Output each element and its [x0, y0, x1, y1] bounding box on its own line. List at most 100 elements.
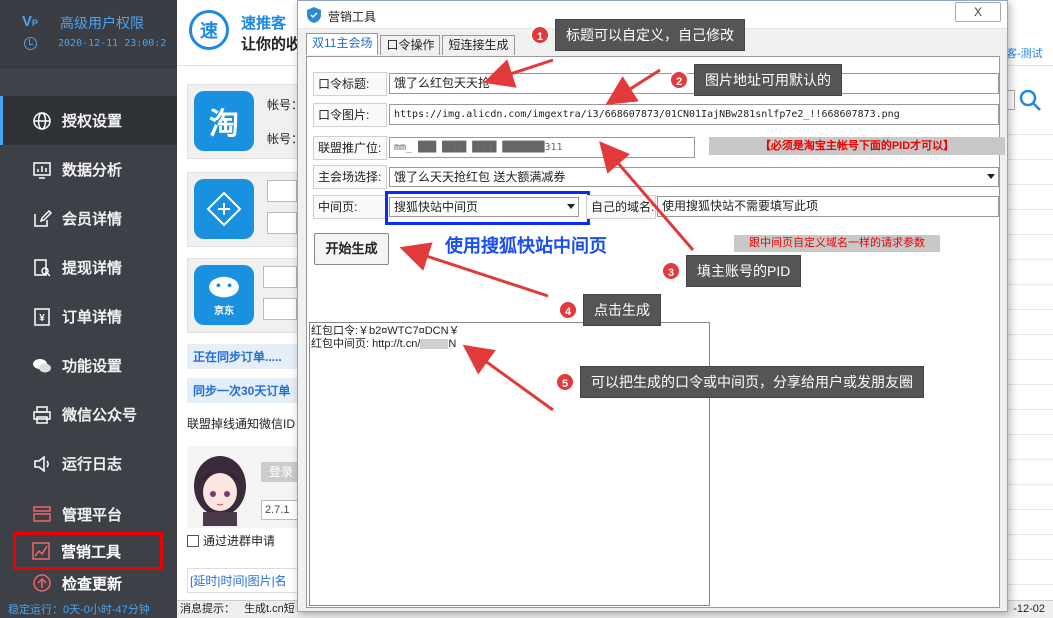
- sidebar-item-marketing-tools[interactable]: 营销工具: [13, 532, 163, 570]
- tab-content-double11: 口令标题: 饿了么红包天天抢 口令图片: https://img.alicdn.…: [306, 56, 1005, 608]
- annotation-number: 2: [669, 70, 689, 90]
- sidebar-item-label: 营销工具: [61, 543, 122, 561]
- annotation-1: 1 标题可以自定义，自己修改: [530, 19, 745, 51]
- annotation-5: 5 可以把生成的口令或中间页，分享给用户或发朋友圈: [555, 366, 924, 398]
- brand-name: 速推客: [241, 15, 287, 32]
- jd-password-input[interactable]: [263, 298, 297, 320]
- annotation-number: 5: [555, 372, 575, 392]
- edit-icon: [32, 209, 52, 229]
- clock-icon: [24, 37, 37, 50]
- vip-logo-icon: VP: [22, 13, 39, 30]
- annotation-number: 1: [530, 25, 550, 45]
- login-button[interactable]: 登录: [261, 462, 301, 482]
- sidebar-item-wechat-official[interactable]: 微信公众号: [0, 390, 177, 439]
- pid-requirement-note: 【必须是淘宝主帐号下面的PID才可以】: [709, 137, 1005, 155]
- sidebar-item-function-settings[interactable]: 功能设置: [0, 341, 177, 390]
- sidebar-item-auth-settings[interactable]: 授权设置: [0, 96, 177, 145]
- status-date: -12-02: [1013, 603, 1045, 615]
- tab-double11[interactable]: 双11主会场: [306, 33, 379, 55]
- annotation-text: 点击生成: [583, 294, 661, 326]
- jd-account-input[interactable]: [263, 266, 297, 288]
- dialog-app-icon: [305, 6, 323, 24]
- checkbox-box[interactable]: [187, 534, 199, 547]
- pid-input[interactable]: mm_ ███ ████ ████ ███████311: [389, 137, 695, 158]
- tab-password-ops[interactable]: 口令操作: [380, 35, 441, 55]
- status-label: 消息提示：: [180, 603, 235, 615]
- domain-input[interactable]: 使用搜狐快站不需要填写此项: [657, 196, 999, 217]
- sidebar-item-check-update[interactable]: 检查更新: [0, 566, 177, 600]
- printer-icon: [32, 405, 52, 425]
- output-password-line: 红包口令:￥b2¤WTC7¤DCN￥: [311, 325, 460, 337]
- tab-short-link[interactable]: 短连接生成: [442, 35, 515, 55]
- sidebar-item-label: 提现详情: [62, 260, 123, 277]
- sidebar-item-label: 数据分析: [62, 162, 123, 179]
- version-field: 2.7.1: [261, 500, 301, 520]
- start-generate-button[interactable]: 开始生成: [314, 233, 389, 265]
- jd-label: 京东: [214, 305, 234, 317]
- venue-select[interactable]: 饿了么天天抢红包 送大额满减券: [389, 167, 999, 187]
- dialog-title: 营销工具: [328, 10, 377, 24]
- annotation-text: 图片地址可用默认的: [694, 64, 842, 96]
- pid-label: 联盟推广位:: [313, 136, 387, 160]
- globe-icon: [32, 111, 52, 131]
- join-group-checkbox[interactable]: 通过进群申请: [187, 532, 275, 549]
- sidebar-item-order-details[interactable]: ¥ 订单详情: [0, 292, 177, 341]
- dialog-tabs: 双11主会场 口令操作 短连接生成: [306, 33, 517, 55]
- search-doc-icon: [32, 258, 52, 278]
- grid-icon: [32, 504, 52, 524]
- sidebar-item-withdraw-details[interactable]: 提现详情: [0, 243, 177, 292]
- image-label: 口令图片:: [313, 103, 387, 127]
- account-link[interactable]: 客-测试: [1006, 45, 1043, 61]
- sohu-mid-page-note: 使用搜狐快站中间页: [445, 236, 607, 256]
- chart-icon: [32, 160, 52, 180]
- checkbox-label: 通过进群申请: [203, 534, 276, 548]
- output-textarea[interactable]: 红包口令:￥b2¤WTC7¤DCN￥ 红包中间页: http://t.cn/N: [309, 322, 710, 606]
- venue-selected: 饿了么天天抢红包 送大额满减券: [394, 170, 566, 184]
- marketing-chart-icon: [31, 541, 51, 561]
- pdd-password-input[interactable]: [267, 212, 297, 234]
- annotation-3: 3 填主账号的PID: [661, 255, 802, 287]
- sidebar-item-data-analysis[interactable]: 数据分析: [0, 145, 177, 194]
- sidebar-item-member-details[interactable]: 会员详情: [0, 194, 177, 243]
- sidebar-item-label: 订单详情: [62, 309, 123, 326]
- sidebar-datetime: 2020-12-11 23:00:2: [58, 38, 167, 49]
- annotation-2: 2 图片地址可用默认的: [669, 64, 842, 96]
- order-table-area: [1007, 110, 1053, 600]
- sidebar: VP 高级用户权限 2020-12-11 23:00:2 授权设置 数据分析 会…: [0, 0, 177, 618]
- chevron-down-icon: [987, 174, 995, 179]
- sidebar-item-admin-platform[interactable]: 管理平台: [0, 494, 177, 534]
- svg-text:¥: ¥: [39, 313, 45, 324]
- domain-label: 自己的域名:: [586, 195, 656, 219]
- sidebar-item-label: 管理平台: [62, 506, 123, 524]
- annotation-number: 3: [661, 261, 681, 281]
- sidebar-item-label: 检查更新: [62, 575, 123, 593]
- annotation-4: 4 点击生成: [558, 294, 661, 326]
- mid-page-label: 中间页:: [313, 195, 387, 219]
- image-url-input[interactable]: https://img.alicdn.com/imgextra/i3/66860…: [389, 104, 999, 125]
- search-input[interactable]: [1007, 90, 1015, 110]
- sidebar-item-label: 会员详情: [62, 211, 123, 228]
- status-text: 生成t.cn短: [244, 603, 295, 615]
- sidebar-item-label: 微信公众号: [62, 407, 138, 424]
- insert-tags-bar[interactable]: [延时|时间|图片|名: [187, 568, 307, 593]
- output-midpage-line: 红包中间页: http://t.cn/N: [311, 338, 457, 350]
- user-level-title: 高级用户权限: [60, 15, 144, 31]
- title-label: 口令标题:: [313, 72, 387, 96]
- close-button[interactable]: X: [955, 2, 1001, 22]
- alliance-offline-wechat-label: 联盟掉线通知微信ID: [187, 417, 296, 431]
- sidebar-item-label: 授权设置: [62, 113, 123, 130]
- venue-label: 主会场选择:: [313, 165, 387, 189]
- brand-slogan: 让你的收: [241, 36, 302, 53]
- domain-param-note: 跟中间页自定义域名一样的请求参数: [734, 235, 940, 252]
- annotation-text: 填主账号的PID: [686, 255, 802, 287]
- brand-logo: 速: [189, 10, 229, 50]
- pinduoduo-icon: [194, 179, 254, 239]
- pdd-account-input[interactable]: [267, 180, 297, 202]
- syncing-status: 正在同步订单.....: [187, 344, 299, 369]
- search-icon[interactable]: [1017, 88, 1043, 112]
- sync-30days-button[interactable]: 同步一次30天订单: [187, 378, 299, 403]
- yen-doc-icon: ¥: [32, 307, 52, 327]
- sidebar-item-run-log[interactable]: 运行日志: [0, 439, 177, 488]
- annotation-text: 可以把生成的口令或中间页，分享给用户或发朋友圈: [580, 366, 924, 398]
- jd-icon: 京东: [194, 265, 254, 325]
